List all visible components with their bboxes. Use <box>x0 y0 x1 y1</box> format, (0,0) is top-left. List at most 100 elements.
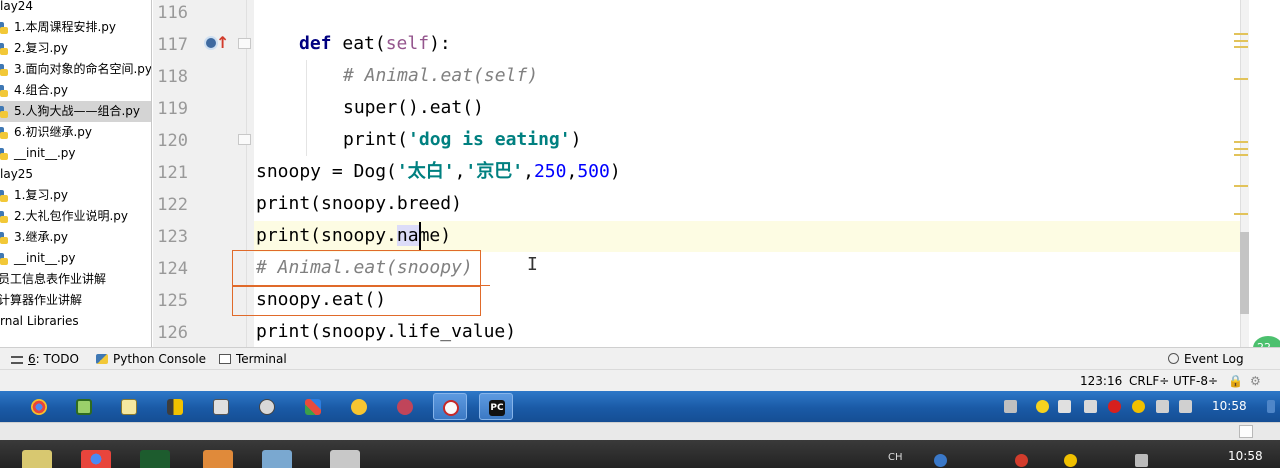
python-file-icon <box>0 127 9 139</box>
volume-icon[interactable] <box>1179 400 1192 413</box>
line-number: 126 <box>157 323 188 343</box>
tree-folder[interactable]: 员工信息表作业讲解 <box>0 269 151 290</box>
taskbar-app-2[interactable] <box>67 393 101 420</box>
warning-marker[interactable] <box>1234 141 1248 143</box>
tree-file[interactable]: 1.本周课程安排.py <box>0 17 151 38</box>
taskbar-chrome[interactable] <box>22 393 56 420</box>
taskbar-notepad[interactable] <box>112 393 146 420</box>
taskbar2-app[interactable] <box>203 450 233 468</box>
warning-marker[interactable] <box>1234 148 1248 150</box>
warning-marker[interactable] <box>1234 78 1248 80</box>
tree-item-label: lay25 <box>0 167 34 181</box>
app-icon <box>443 400 459 416</box>
tree-item-label: 6.初识继承.py <box>14 125 92 139</box>
taskbar-pycharm[interactable]: PC <box>479 393 513 420</box>
event-log-tool-button[interactable]: Event Log <box>1168 350 1244 368</box>
taskbar2-app[interactable] <box>330 450 360 468</box>
tree-folder-day24[interactable]: lay24 <box>0 0 151 17</box>
scroll-corner[interactable] <box>1239 425 1253 438</box>
taskbar-app-6[interactable] <box>250 393 284 420</box>
warning-marker[interactable] <box>1234 213 1248 215</box>
text-cursor <box>419 222 421 250</box>
tree-item-label: 3.继承.py <box>14 230 68 244</box>
taskbar-app-10[interactable] <box>433 393 467 420</box>
taskbar-app-8[interactable] <box>342 393 376 420</box>
tree-file[interactable]: __init__.py <box>0 143 151 164</box>
app-icon <box>259 399 275 415</box>
horizontal-scrollbar[interactable] <box>0 422 1280 440</box>
line-number: 125 <box>157 291 188 311</box>
keyboard-icon[interactable] <box>1004 400 1017 413</box>
terminal-tool-button[interactable]: Terminal <box>219 350 287 368</box>
terminal-label: Terminal <box>236 352 287 366</box>
line-separator[interactable]: CRLF÷ <box>1129 373 1169 389</box>
warning-marker[interactable] <box>1234 40 1248 42</box>
caret-position[interactable]: 123:16 <box>1080 373 1122 389</box>
tree-file[interactable]: 2.复习.py <box>0 38 151 59</box>
taskbar2-app[interactable] <box>262 450 292 468</box>
tree-file[interactable]: 3.面向对象的命名空间.py <box>0 59 151 80</box>
tree-file[interactable]: 4.组合.py <box>0 80 151 101</box>
taskbar-app-9[interactable] <box>388 393 422 420</box>
code-line-118: # Animal.eat(self) <box>343 65 539 86</box>
file-encoding[interactable]: UTF-8÷ <box>1173 373 1218 389</box>
warning-marker[interactable] <box>1234 46 1248 48</box>
tree-item-label: 2.复习.py <box>14 41 68 55</box>
taskbar2-chrome[interactable] <box>81 450 111 468</box>
code-keyword: def <box>299 33 332 54</box>
vertical-scrollbar-thumb[interactable] <box>1240 232 1249 314</box>
tray-app-icon[interactable] <box>1135 454 1148 467</box>
show-desktop-button[interactable] <box>1267 400 1275 413</box>
code-token: print(snoopy. <box>256 225 397 246</box>
tree-folder[interactable]: 计算器作业讲解 <box>0 290 151 311</box>
taskbar-app-5[interactable] <box>204 393 238 420</box>
tray-app-icon[interactable] <box>1084 400 1097 413</box>
fold-marker-icon[interactable] <box>238 38 251 49</box>
help-icon[interactable] <box>934 454 947 467</box>
tree-file[interactable]: __init__.py <box>0 248 151 269</box>
tree-external-libraries[interactable]: rnal Libraries <box>0 311 151 332</box>
app-icon <box>76 399 92 415</box>
tray-app-icon[interactable] <box>1058 400 1071 413</box>
record-icon[interactable] <box>1108 400 1121 413</box>
code-token: ) <box>570 129 582 150</box>
python-file-icon <box>0 190 9 202</box>
taskbar-clock[interactable]: 10:58 <box>1212 399 1247 413</box>
tree-file[interactable]: 1.复习.py <box>0 185 151 206</box>
taskbar2-explorer[interactable] <box>22 450 52 468</box>
line-number: 123 <box>157 227 188 247</box>
tree-folder-day25[interactable]: lay25 <box>0 164 151 185</box>
network-icon[interactable] <box>1156 400 1169 413</box>
taskbar-app-7[interactable] <box>296 393 330 420</box>
tree-file-selected[interactable]: 5.人狗大战——组合.py <box>0 101 151 122</box>
tray-app-icon[interactable] <box>1036 400 1049 413</box>
warning-marker[interactable] <box>1234 185 1248 187</box>
code-line-117: def eat(self): <box>299 28 451 60</box>
app-icon <box>305 399 321 415</box>
todo-tool-button[interactable]: 6: TODO <box>11 350 79 368</box>
warning-marker[interactable] <box>1234 154 1248 156</box>
lock-icon[interactable]: 🔒 <box>1228 373 1243 389</box>
fold-marker-icon[interactable] <box>238 134 251 145</box>
tree-file[interactable]: 2.大礼包作业说明.py <box>0 206 151 227</box>
warning-marker[interactable] <box>1234 33 1248 35</box>
input-language[interactable]: CH <box>888 452 903 463</box>
line-number: 121 <box>157 163 188 183</box>
qq-icon[interactable] <box>1132 400 1145 413</box>
code-line-126: print(snoopy.life_value) <box>256 321 517 342</box>
tree-file[interactable]: 6.初识继承.py <box>0 122 151 143</box>
tray-app-icon[interactable] <box>1064 454 1077 467</box>
taskbar-app-4[interactable] <box>158 393 192 420</box>
code-token: print( <box>343 129 409 150</box>
tree-item-label: lay24 <box>0 0 34 13</box>
python-file-icon <box>0 106 9 118</box>
terminal-icon <box>219 354 231 364</box>
taskbar2-pycharm[interactable] <box>140 450 170 468</box>
taskbar2-clock[interactable]: 10:58 <box>1228 449 1263 463</box>
code-line-123: print(snoopy.name) <box>256 220 451 252</box>
inspector-icon[interactable]: ⚙ <box>1250 373 1261 389</box>
tree-item-label: rnal Libraries <box>0 314 79 328</box>
tray-app-icon[interactable] <box>1015 454 1028 467</box>
tree-file[interactable]: 3.继承.py <box>0 227 151 248</box>
python-console-tool-button[interactable]: Python Console <box>96 350 206 368</box>
